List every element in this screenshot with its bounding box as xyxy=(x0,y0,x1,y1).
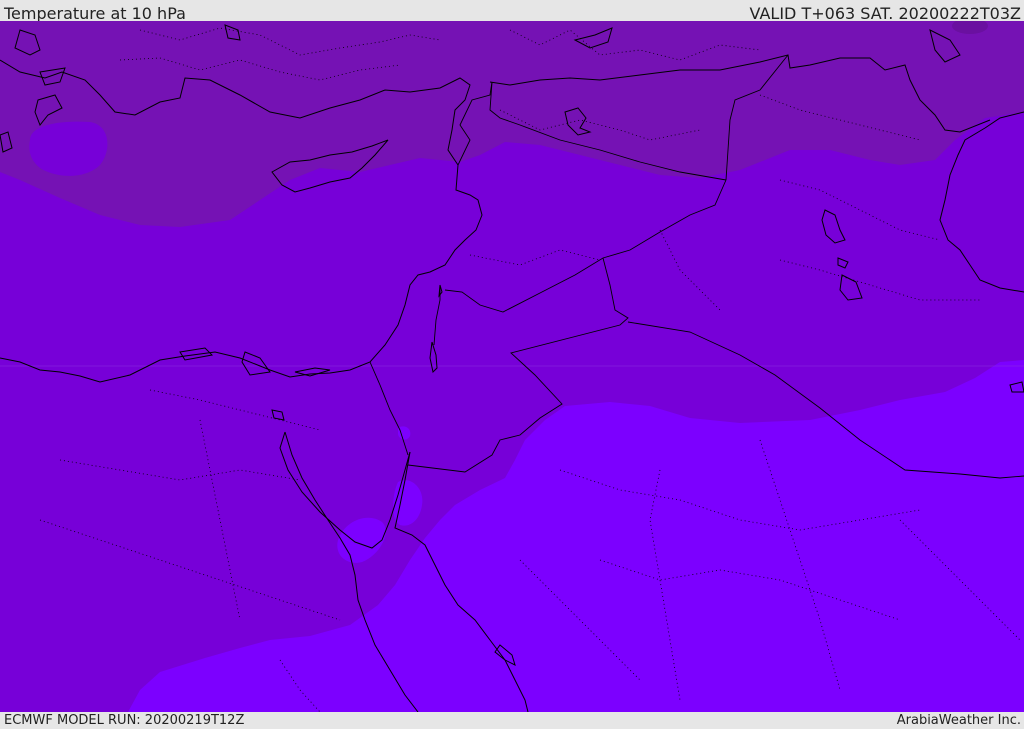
model-run-label: ECMWF MODEL RUN: 20200219T12Z xyxy=(4,713,245,728)
temperature-pocket-aegean xyxy=(29,121,108,176)
map-canvas xyxy=(0,21,1024,712)
footer-bar: ECMWF MODEL RUN: 20200219T12Z ArabiaWeat… xyxy=(0,712,1024,729)
header-bar: Temperature at 10 hPa VALID T+063 SAT. 2… xyxy=(0,0,1024,23)
credit-label: ArabiaWeather Inc. xyxy=(896,713,1021,728)
weather-map[interactable] xyxy=(0,21,1024,712)
